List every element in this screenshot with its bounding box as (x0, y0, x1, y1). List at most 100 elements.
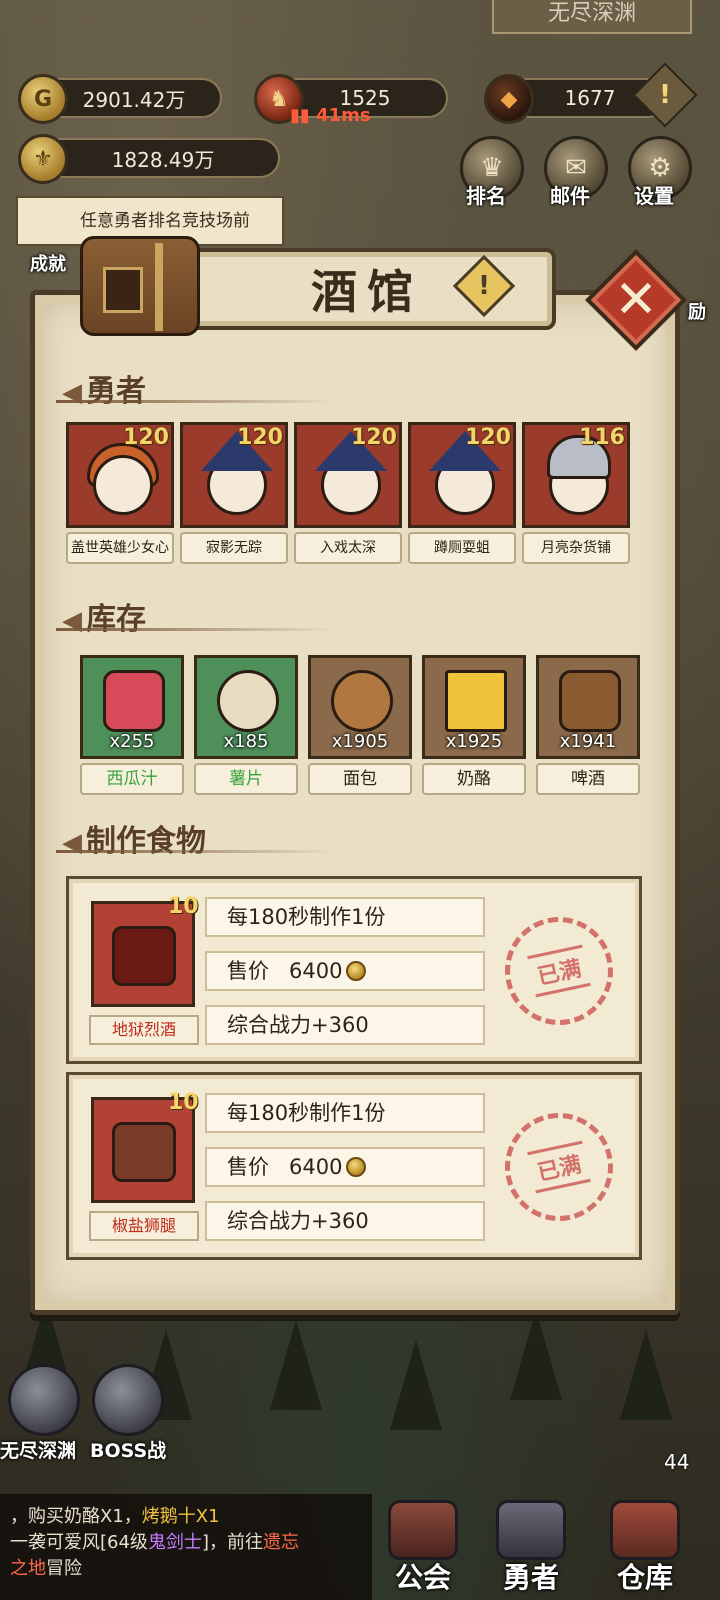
full-stamp: 已满 (494, 1102, 624, 1232)
viking-helmet-icon (496, 1500, 566, 1560)
section-arrow-icon: ◀ (62, 606, 82, 636)
heroes-nav-label: 勇者 (502, 1561, 559, 1594)
hero-level: 120 (237, 425, 283, 450)
food-recipe-card[interactable]: 10 地狱烈酒 每180秒制作1份 售价 6400 综合战力+360 已满 (66, 876, 642, 1064)
price-label: 售价 (227, 1155, 269, 1179)
item-name: 面包 (308, 763, 412, 795)
guild-nav-button[interactable]: 公会 (368, 1500, 478, 1600)
chat-class: 鬼剑士 (147, 1532, 202, 1553)
food-image: 10 (91, 1090, 199, 1203)
chat-feed[interactable]: ，购买奶酪X1，烤鹅十X1 一袭可爱风[64级鬼剑士]，前往遗忘 之地冒险 (0, 1494, 372, 1600)
heroes-list[interactable]: 120 盖世英雄少女心 120 寂影无踪 120 入戏太深 120 蹲厕耍蛆 1 (62, 422, 646, 572)
rank-label: 排名 (466, 184, 506, 208)
hero-card[interactable]: 116 月亮杂货铺 (522, 422, 630, 564)
section-arrow-icon: ◀ (62, 378, 82, 408)
chat-text: ]，前往 (201, 1532, 263, 1553)
power-bonus: 综合战力+360 (205, 1201, 485, 1241)
panel-title: 酒馆 (311, 265, 423, 319)
endless-abyss-button[interactable] (8, 1364, 80, 1436)
salt-pepper-lion-leg-icon (112, 1122, 176, 1182)
boss-battle-button[interactable] (92, 1364, 164, 1436)
price-label: 售价 (227, 959, 269, 983)
item-name: 薯片 (194, 763, 298, 795)
food-name: 地狱烈酒 (89, 1015, 199, 1045)
food-name: 椒盐狮腿 (89, 1211, 199, 1241)
chat-text: ，购买奶酪X1， (10, 1506, 142, 1527)
gold-coin-icon (346, 1157, 367, 1177)
price-value: 6400 (289, 1155, 343, 1179)
mail-label: 邮件 (550, 184, 590, 208)
production-rate: 每180秒制作1份 (205, 897, 485, 937)
warehouse-nav-button[interactable]: 仓库 (590, 1500, 700, 1600)
item-slot: x1941 (536, 655, 640, 759)
rank-icon: ♛ (480, 153, 504, 183)
production-rate: 每180秒制作1份 (205, 1093, 485, 1133)
settings-label: 设置 (634, 184, 674, 208)
guild-label: 公会 (394, 1561, 451, 1594)
power-crest-icon: ⚜ (18, 134, 68, 184)
item-name: 西瓜汁 (80, 763, 184, 795)
tavern-barrel-icon (80, 236, 200, 336)
chat-line: 之地冒险 (10, 1556, 362, 1582)
power-bonus: 综合战力+360 (205, 1005, 485, 1045)
inventory-item[interactable]: x185 薯片 (194, 655, 298, 795)
tree-decoration (390, 1340, 442, 1430)
item-slot: x1905 (308, 655, 412, 759)
tree-decoration (510, 1310, 562, 1400)
achievement-label[interactable]: 成就 (30, 250, 66, 276)
heroes-section-header: ◀ 勇者 (56, 366, 336, 410)
inventory-list[interactable]: x255 西瓜汁 x185 薯片 x1905 面包 x1925 奶酪 x1941… (58, 655, 648, 805)
section-arrow-icon: ◀ (62, 828, 82, 858)
gold-coin-icon: G (18, 74, 68, 124)
hero-level: 120 (123, 425, 169, 450)
exclamation-icon: ! (659, 80, 671, 110)
stamp-text: 已满 (527, 944, 591, 998)
bread-icon (331, 670, 393, 732)
hero-card[interactable]: 120 盖世英雄少女心 (66, 422, 174, 564)
power-resource-bar[interactable]: ⚜ 1828.49万 (18, 134, 280, 184)
item-slot: x255 (80, 655, 184, 759)
reward-label[interactable]: 励 (688, 298, 706, 324)
boss-battle-label: BOSS战 (90, 1440, 167, 1462)
watermelon-juice-icon (103, 670, 165, 732)
beer-mug-icon (559, 670, 621, 732)
tree-decoration (620, 1330, 672, 1420)
hero-face (93, 455, 153, 515)
gold-resource-bar[interactable]: G 2901.42万 (18, 74, 222, 124)
inventory-section-title: 库存 (86, 602, 146, 637)
food-recipe-card[interactable]: 10 椒盐狮腿 每180秒制作1份 售价 6400 综合战力+360 已满 (66, 1072, 642, 1260)
item-slot: x1925 (422, 655, 526, 759)
item-count: x1905 (331, 731, 389, 752)
inventory-item[interactable]: x1941 啤酒 (536, 655, 640, 795)
inventory-item[interactable]: x1925 奶酪 (422, 655, 526, 795)
endless-abyss-banner[interactable]: 无尽深渊 (492, 0, 692, 34)
food-image: 10 (91, 894, 199, 1007)
hero-name: 蹲厕耍蛆 (408, 532, 516, 564)
item-count: x185 (223, 731, 269, 752)
hero-card[interactable]: 120 蹲厕耍蛆 (408, 422, 516, 564)
warehouse-badge: 44 (664, 1450, 690, 1474)
gem-crystal-icon: ◆ (484, 74, 534, 124)
inventory-item[interactable]: x255 西瓜汁 (80, 655, 184, 795)
chips-bowl-icon (217, 670, 279, 732)
hero-portrait: 120 (294, 422, 402, 528)
hero-name: 入戏太深 (294, 532, 402, 564)
sell-price-row: 售价 6400 (205, 1147, 485, 1187)
item-name: 奶酪 (422, 763, 526, 795)
crafting-section-header: ◀ 制作食物 (56, 816, 336, 860)
hero-card[interactable]: 120 寂影无踪 (180, 422, 288, 564)
heroes-section-title: 勇者 (86, 374, 146, 409)
hell-liquor-skull-icon (112, 926, 176, 986)
gold-coin-icon (346, 961, 367, 981)
chat-item: 烤鹅十X1 (141, 1506, 220, 1527)
food-level: 10 (168, 894, 199, 919)
hero-portrait: 120 (408, 422, 516, 528)
heroes-nav-button[interactable]: 勇者 (476, 1500, 586, 1600)
item-slot: x185 (194, 655, 298, 759)
envelope-icon: ✉ (565, 153, 587, 183)
inventory-item[interactable]: x1905 面包 (308, 655, 412, 795)
hero-card[interactable]: 120 入戏太深 (294, 422, 402, 564)
hero-level: 116 (579, 425, 625, 450)
item-name: 啤酒 (536, 763, 640, 795)
crafting-section-title: 制作食物 (86, 824, 206, 859)
